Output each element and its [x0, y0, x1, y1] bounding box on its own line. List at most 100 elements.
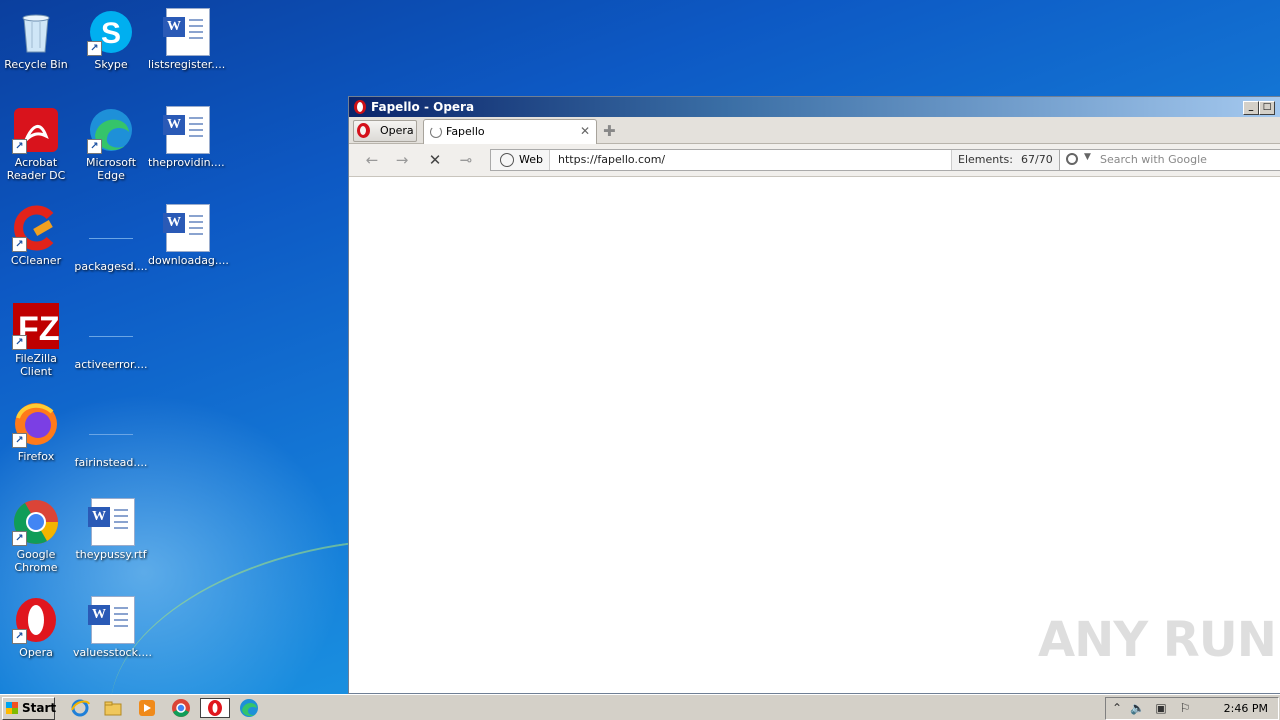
new-tab-button[interactable]: ✚ — [603, 122, 616, 140]
desktop-icon-listsregister[interactable]: W listsregister.... — [148, 2, 226, 71]
windows-logo-icon — [6, 702, 18, 714]
firefox-icon: ↗ — [12, 400, 60, 448]
desktop-icon-recycle-bin[interactable]: Recycle Bin — [0, 2, 74, 71]
desktop-icon-label: CCleaner — [10, 254, 62, 267]
action-center-flag-icon[interactable]: ⚐ — [1178, 701, 1192, 715]
word-doc-icon: W — [87, 596, 135, 644]
desktop-icon-label: theprovidin.... — [148, 156, 225, 169]
shortcut-arrow-icon: ↗ — [12, 139, 27, 154]
opera-logo-icon — [357, 123, 370, 138]
desktop-icon-label: valuesstock.... — [73, 646, 152, 659]
search-input[interactable]: ▼ Search with Google — [1059, 149, 1280, 171]
forward-button[interactable]: → — [393, 152, 411, 168]
elements-label: Elements: — [958, 153, 1013, 166]
blank-file-icon — [87, 210, 135, 258]
desktop-icon-acrobat[interactable]: ↗ Acrobat Reader DC — [0, 100, 74, 182]
desktop-icon-theprovidin[interactable]: W theprovidin.... — [148, 100, 225, 169]
recycle-bin-icon — [12, 8, 60, 56]
url-field[interactable]: Web https://fapello.com/ Elements: 67/70 — [490, 149, 1060, 171]
start-button[interactable]: Start — [2, 697, 57, 720]
desktop-icon-ccleaner[interactable]: ↗ CCleaner — [0, 198, 74, 267]
blank-file-icon — [87, 308, 135, 356]
desktop-icon-theypussy[interactable]: W theypussy.rtf — [73, 492, 149, 561]
desktop-icon-edge[interactable]: ↗ Microsoft Edge — [73, 100, 149, 182]
shortcut-arrow-icon: ↗ — [12, 335, 27, 350]
media-player-icon[interactable] — [137, 698, 157, 718]
start-label: Start — [22, 701, 57, 715]
desktop-icon-label: packagesd.... — [74, 260, 148, 273]
desktop-icon-label: listsregister.... — [148, 58, 226, 71]
skype-icon: S ↗ — [87, 8, 135, 56]
window-titlebar[interactable]: Fapello - Opera _ □ — [349, 97, 1280, 117]
edge-icon: ↗ — [87, 106, 135, 154]
word-doc-icon: W — [162, 204, 210, 252]
svg-text:S: S — [101, 17, 121, 50]
desktop-icon-valuesstock[interactable]: W valuesstock.... — [73, 590, 152, 659]
opera-menu-button[interactable]: Opera — [353, 120, 417, 142]
desktop-icon-label: Microsoft Edge — [85, 156, 137, 182]
desktop-icon-label: downloadag.... — [148, 254, 229, 267]
word-doc-icon: W — [162, 106, 210, 154]
chevron-down-icon[interactable]: ▼ — [1084, 152, 1091, 162]
elements-value: 67/70 — [1021, 153, 1053, 166]
volume-icon[interactable]: 🔈 — [1130, 701, 1145, 715]
chrome-taskbar-icon[interactable] — [171, 698, 191, 718]
desktop-icon-fairinstead[interactable]: fairinstead.... — [73, 394, 149, 469]
url-text[interactable]: https://fapello.com/ — [558, 150, 665, 170]
opera-icon: ↗ — [12, 596, 60, 644]
maximize-button[interactable]: □ — [1259, 101, 1275, 115]
desktop-icon-chrome[interactable]: ↗ Google Chrome — [0, 492, 74, 574]
clock[interactable]: 2:46 PM — [1224, 698, 1268, 719]
desktop-icon-label: Recycle Bin — [4, 58, 68, 71]
stop-button[interactable]: ✕ — [426, 152, 444, 168]
tab-bar: Opera Fapello ✕ ✚ — [349, 117, 1280, 144]
search-icon — [1066, 153, 1078, 165]
filezilla-icon: FZ ↗ — [12, 302, 60, 350]
tab-fapello[interactable]: Fapello ✕ — [423, 119, 597, 144]
blank-file-icon — [87, 406, 135, 454]
globe-icon — [500, 153, 514, 167]
desktop-icon-firefox[interactable]: ↗ Firefox — [0, 394, 74, 463]
desktop-icon-downloadag[interactable]: W downloadag.... — [148, 198, 229, 267]
web-badge-label: Web — [519, 153, 543, 166]
desktop-icon-label: Skype — [94, 58, 128, 71]
explorer-icon[interactable] — [103, 698, 123, 718]
show-hidden-icons-icon[interactable]: ⌃ — [1110, 701, 1124, 715]
opera-taskbar-button[interactable] — [200, 698, 230, 718]
desktop-icon-label: activeerror.... — [74, 358, 148, 371]
shortcut-arrow-icon: ↗ — [12, 531, 27, 546]
back-button[interactable]: ← — [363, 152, 381, 168]
web-badge[interactable]: Web — [491, 150, 550, 170]
system-tray: ⌃ 🔈 ▣ ⚐ 2:46 PM — [1105, 697, 1279, 720]
opera-menu-label: Opera — [380, 124, 414, 137]
word-doc-icon: W — [87, 498, 135, 546]
network-icon[interactable]: ▣ — [1154, 701, 1168, 715]
taskbar: Start ⌃ 🔈 ▣ ⚐ 2:46 PM — [0, 694, 1280, 720]
address-toolbar: ← → ✕ ⊸ Web https://fapello.com/ Element… — [349, 144, 1280, 177]
shortcut-arrow-icon: ↗ — [12, 433, 27, 448]
minimize-button[interactable]: _ — [1243, 101, 1259, 115]
shortcut-arrow-icon: ↗ — [87, 41, 102, 56]
desktop-icon-skype[interactable]: S ↗ Skype — [73, 2, 149, 71]
desktop-icon-label: fairinstead.... — [74, 456, 148, 469]
acrobat-icon: ↗ — [12, 106, 60, 154]
opera-window: Fapello - Opera _ □ Opera Fapello ✕ ✚ ← … — [348, 96, 1280, 694]
ie-icon[interactable] — [70, 698, 90, 718]
desktop-icon-packagesd[interactable]: packagesd.... — [73, 198, 149, 273]
desktop-icon-opera[interactable]: ↗ Opera — [0, 590, 74, 659]
edge-taskbar-icon[interactable] — [239, 698, 259, 718]
ccleaner-icon: ↗ — [12, 204, 60, 252]
wand-icon[interactable]: ⊸ — [457, 152, 475, 168]
word-doc-icon: W — [162, 8, 210, 56]
desktop-icon-activeerror[interactable]: activeerror.... — [73, 296, 149, 371]
desktop-icon-label: theypussy.rtf — [75, 548, 147, 561]
shortcut-arrow-icon: ↗ — [12, 629, 27, 644]
window-title: Fapello - Opera — [371, 100, 475, 114]
elements-counter: Elements: 67/70 — [951, 150, 1059, 170]
anyrun-watermark: ANY RUN — [1038, 612, 1277, 668]
desktop-icon-label: Google Chrome — [14, 548, 58, 574]
shortcut-arrow-icon: ↗ — [12, 237, 27, 252]
desktop-icon-label: Acrobat Reader DC — [6, 156, 66, 182]
close-tab-icon[interactable]: ✕ — [580, 124, 590, 138]
desktop-icon-filezilla[interactable]: FZ ↗ FileZilla Client — [0, 296, 74, 378]
